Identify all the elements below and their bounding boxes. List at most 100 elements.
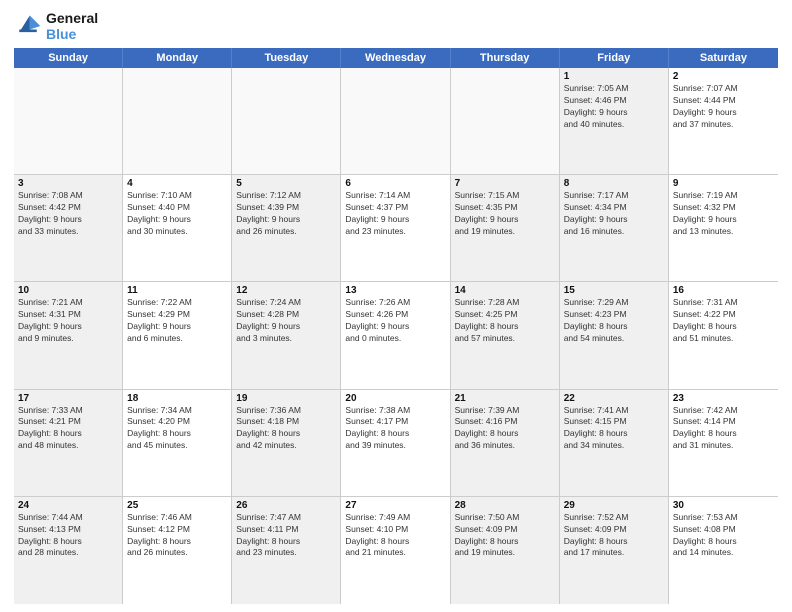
calendar-cell: 27Sunrise: 7:49 AM Sunset: 4:10 PM Dayli… xyxy=(341,497,450,604)
day-info: Sunrise: 7:21 AM Sunset: 4:31 PM Dayligh… xyxy=(18,297,118,345)
weekday-header: Wednesday xyxy=(341,48,450,68)
weekday-header: Monday xyxy=(123,48,232,68)
day-number: 30 xyxy=(673,500,774,511)
day-info: Sunrise: 7:07 AM Sunset: 4:44 PM Dayligh… xyxy=(673,83,774,131)
day-number: 12 xyxy=(236,285,336,296)
calendar-cell: 4Sunrise: 7:10 AM Sunset: 4:40 PM Daylig… xyxy=(123,175,232,281)
calendar-cell: 7Sunrise: 7:15 AM Sunset: 4:35 PM Daylig… xyxy=(451,175,560,281)
day-info: Sunrise: 7:14 AM Sunset: 4:37 PM Dayligh… xyxy=(345,190,445,238)
weekday-header: Saturday xyxy=(669,48,778,68)
day-number: 27 xyxy=(345,500,445,511)
calendar-cell: 18Sunrise: 7:34 AM Sunset: 4:20 PM Dayli… xyxy=(123,390,232,496)
calendar-header: SundayMondayTuesdayWednesdayThursdayFrid… xyxy=(14,48,778,68)
calendar-cell: 23Sunrise: 7:42 AM Sunset: 4:14 PM Dayli… xyxy=(669,390,778,496)
logo: General Blue xyxy=(14,10,98,42)
calendar-cell: 3Sunrise: 7:08 AM Sunset: 4:42 PM Daylig… xyxy=(14,175,123,281)
calendar-cell: 29Sunrise: 7:52 AM Sunset: 4:09 PM Dayli… xyxy=(560,497,669,604)
day-info: Sunrise: 7:50 AM Sunset: 4:09 PM Dayligh… xyxy=(455,512,555,560)
calendar-cell: 9Sunrise: 7:19 AM Sunset: 4:32 PM Daylig… xyxy=(669,175,778,281)
calendar-body: 1Sunrise: 7:05 AM Sunset: 4:46 PM Daylig… xyxy=(14,68,778,604)
day-number: 10 xyxy=(18,285,118,296)
calendar-row: 3Sunrise: 7:08 AM Sunset: 4:42 PM Daylig… xyxy=(14,175,778,282)
calendar-cell: 28Sunrise: 7:50 AM Sunset: 4:09 PM Dayli… xyxy=(451,497,560,604)
calendar-cell: 30Sunrise: 7:53 AM Sunset: 4:08 PM Dayli… xyxy=(669,497,778,604)
day-number: 9 xyxy=(673,178,774,189)
day-info: Sunrise: 7:44 AM Sunset: 4:13 PM Dayligh… xyxy=(18,512,118,560)
day-number: 28 xyxy=(455,500,555,511)
logo-icon xyxy=(14,12,42,40)
day-info: Sunrise: 7:28 AM Sunset: 4:25 PM Dayligh… xyxy=(455,297,555,345)
calendar-row: 17Sunrise: 7:33 AM Sunset: 4:21 PM Dayli… xyxy=(14,390,778,497)
calendar-cell xyxy=(232,68,341,174)
day-number: 11 xyxy=(127,285,227,296)
weekday-header: Tuesday xyxy=(232,48,341,68)
day-number: 5 xyxy=(236,178,336,189)
day-info: Sunrise: 7:41 AM Sunset: 4:15 PM Dayligh… xyxy=(564,405,664,453)
day-info: Sunrise: 7:24 AM Sunset: 4:28 PM Dayligh… xyxy=(236,297,336,345)
calendar-cell: 20Sunrise: 7:38 AM Sunset: 4:17 PM Dayli… xyxy=(341,390,450,496)
calendar-cell xyxy=(123,68,232,174)
calendar-cell: 21Sunrise: 7:39 AM Sunset: 4:16 PM Dayli… xyxy=(451,390,560,496)
day-number: 22 xyxy=(564,393,664,404)
calendar-cell: 17Sunrise: 7:33 AM Sunset: 4:21 PM Dayli… xyxy=(14,390,123,496)
day-number: 4 xyxy=(127,178,227,189)
calendar-cell: 22Sunrise: 7:41 AM Sunset: 4:15 PM Dayli… xyxy=(560,390,669,496)
calendar-cell: 24Sunrise: 7:44 AM Sunset: 4:13 PM Dayli… xyxy=(14,497,123,604)
day-number: 25 xyxy=(127,500,227,511)
calendar: SundayMondayTuesdayWednesdayThursdayFrid… xyxy=(14,48,778,604)
day-info: Sunrise: 7:33 AM Sunset: 4:21 PM Dayligh… xyxy=(18,405,118,453)
day-number: 23 xyxy=(673,393,774,404)
day-number: 16 xyxy=(673,285,774,296)
day-info: Sunrise: 7:42 AM Sunset: 4:14 PM Dayligh… xyxy=(673,405,774,453)
day-info: Sunrise: 7:47 AM Sunset: 4:11 PM Dayligh… xyxy=(236,512,336,560)
day-number: 15 xyxy=(564,285,664,296)
calendar-cell: 8Sunrise: 7:17 AM Sunset: 4:34 PM Daylig… xyxy=(560,175,669,281)
day-info: Sunrise: 7:17 AM Sunset: 4:34 PM Dayligh… xyxy=(564,190,664,238)
day-number: 8 xyxy=(564,178,664,189)
day-info: Sunrise: 7:26 AM Sunset: 4:26 PM Dayligh… xyxy=(345,297,445,345)
day-number: 26 xyxy=(236,500,336,511)
day-info: Sunrise: 7:10 AM Sunset: 4:40 PM Dayligh… xyxy=(127,190,227,238)
day-info: Sunrise: 7:08 AM Sunset: 4:42 PM Dayligh… xyxy=(18,190,118,238)
day-number: 6 xyxy=(345,178,445,189)
day-info: Sunrise: 7:36 AM Sunset: 4:18 PM Dayligh… xyxy=(236,405,336,453)
day-number: 1 xyxy=(564,71,664,82)
calendar-cell: 1Sunrise: 7:05 AM Sunset: 4:46 PM Daylig… xyxy=(560,68,669,174)
day-number: 13 xyxy=(345,285,445,296)
day-info: Sunrise: 7:38 AM Sunset: 4:17 PM Dayligh… xyxy=(345,405,445,453)
day-info: Sunrise: 7:19 AM Sunset: 4:32 PM Dayligh… xyxy=(673,190,774,238)
day-number: 2 xyxy=(673,71,774,82)
page: General Blue SundayMondayTuesdayWednesda… xyxy=(0,0,792,612)
day-number: 20 xyxy=(345,393,445,404)
day-number: 17 xyxy=(18,393,118,404)
calendar-cell: 25Sunrise: 7:46 AM Sunset: 4:12 PM Dayli… xyxy=(123,497,232,604)
day-info: Sunrise: 7:46 AM Sunset: 4:12 PM Dayligh… xyxy=(127,512,227,560)
logo-text: General Blue xyxy=(46,10,98,42)
calendar-cell: 10Sunrise: 7:21 AM Sunset: 4:31 PM Dayli… xyxy=(14,282,123,388)
calendar-cell: 14Sunrise: 7:28 AM Sunset: 4:25 PM Dayli… xyxy=(451,282,560,388)
day-number: 19 xyxy=(236,393,336,404)
calendar-row: 1Sunrise: 7:05 AM Sunset: 4:46 PM Daylig… xyxy=(14,68,778,175)
day-number: 29 xyxy=(564,500,664,511)
calendar-cell: 6Sunrise: 7:14 AM Sunset: 4:37 PM Daylig… xyxy=(341,175,450,281)
day-number: 18 xyxy=(127,393,227,404)
calendar-cell: 13Sunrise: 7:26 AM Sunset: 4:26 PM Dayli… xyxy=(341,282,450,388)
calendar-row: 24Sunrise: 7:44 AM Sunset: 4:13 PM Dayli… xyxy=(14,497,778,604)
calendar-cell: 26Sunrise: 7:47 AM Sunset: 4:11 PM Dayli… xyxy=(232,497,341,604)
day-info: Sunrise: 7:22 AM Sunset: 4:29 PM Dayligh… xyxy=(127,297,227,345)
calendar-cell: 2Sunrise: 7:07 AM Sunset: 4:44 PM Daylig… xyxy=(669,68,778,174)
weekday-header: Friday xyxy=(560,48,669,68)
day-info: Sunrise: 7:15 AM Sunset: 4:35 PM Dayligh… xyxy=(455,190,555,238)
weekday-header: Sunday xyxy=(14,48,123,68)
weekday-header: Thursday xyxy=(451,48,560,68)
calendar-cell: 12Sunrise: 7:24 AM Sunset: 4:28 PM Dayli… xyxy=(232,282,341,388)
day-info: Sunrise: 7:12 AM Sunset: 4:39 PM Dayligh… xyxy=(236,190,336,238)
day-info: Sunrise: 7:49 AM Sunset: 4:10 PM Dayligh… xyxy=(345,512,445,560)
calendar-cell xyxy=(451,68,560,174)
day-info: Sunrise: 7:53 AM Sunset: 4:08 PM Dayligh… xyxy=(673,512,774,560)
day-number: 7 xyxy=(455,178,555,189)
day-info: Sunrise: 7:52 AM Sunset: 4:09 PM Dayligh… xyxy=(564,512,664,560)
calendar-row: 10Sunrise: 7:21 AM Sunset: 4:31 PM Dayli… xyxy=(14,282,778,389)
day-info: Sunrise: 7:39 AM Sunset: 4:16 PM Dayligh… xyxy=(455,405,555,453)
calendar-cell xyxy=(14,68,123,174)
